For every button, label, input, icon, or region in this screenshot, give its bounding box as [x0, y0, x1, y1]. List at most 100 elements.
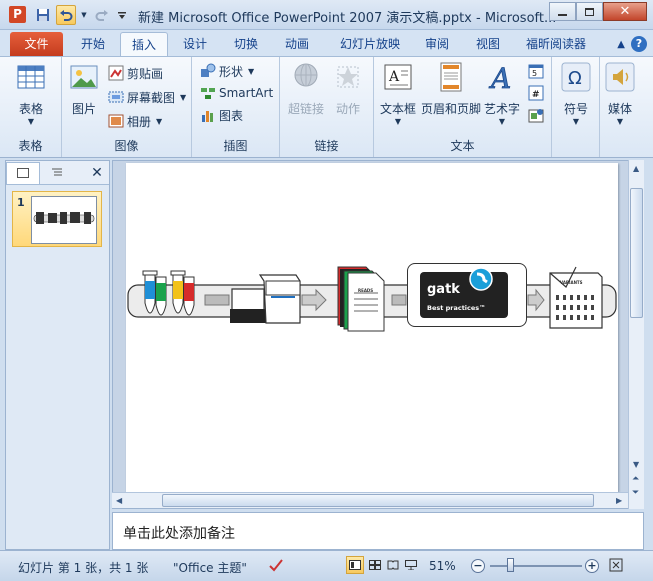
- tab-home[interactable]: 开始: [69, 32, 117, 56]
- textbox-button[interactable]: A 文本框 ▼: [378, 61, 418, 127]
- action-button[interactable]: 动作: [330, 61, 366, 117]
- globe-link-icon: [294, 63, 318, 87]
- symbol-button[interactable]: Ω 符号 ▼: [558, 61, 594, 127]
- tab-insert[interactable]: 插入: [120, 32, 168, 56]
- tab-outline[interactable]: [40, 162, 74, 184]
- reading-view-button[interactable]: [384, 556, 402, 574]
- reads-document-stack-icon: [337, 266, 385, 332]
- chevron-down-icon: ▼: [572, 117, 580, 126]
- notes-pane[interactable]: 单击此处添加备注: [112, 512, 644, 550]
- spelling-check-icon: [269, 559, 283, 572]
- previous-slide-icon[interactable]: ⏶: [632, 474, 639, 484]
- tab-design[interactable]: 设计: [171, 32, 219, 56]
- normal-view-button[interactable]: [346, 556, 364, 574]
- slide-thumbnail-1[interactable]: 1: [12, 191, 102, 247]
- restore-button[interactable]: [576, 2, 603, 21]
- customize-qat-button[interactable]: [115, 5, 129, 25]
- media-label: 媒体: [607, 102, 632, 116]
- group-text: A 文本框 ▼ 页眉和页脚 A 艺术字 ▼ 5 # 文本: [374, 57, 552, 157]
- chevron-down-icon: ▼: [81, 11, 87, 19]
- fit-to-window-button[interactable]: [607, 556, 625, 574]
- zoom-slider-knob[interactable]: [507, 558, 514, 572]
- screenshot-button[interactable]: 屏幕截图 ▼: [108, 87, 186, 107]
- header-footer-button[interactable]: 页眉和页脚: [420, 61, 482, 117]
- shapes-button[interactable]: 形状 ▼: [200, 61, 254, 81]
- slideshow-view-button[interactable]: [402, 556, 420, 574]
- redo-button[interactable]: [92, 5, 112, 25]
- date-time-icon: 5: [528, 64, 544, 79]
- tab-foxit-reader[interactable]: 福昕阅读器: [516, 32, 596, 56]
- slide-number: 1: [17, 196, 25, 209]
- zoom-level[interactable]: 51%: [429, 559, 456, 573]
- group-images: 图片 剪贴画 屏幕截图 ▼ 相册 ▼ 图像: [62, 57, 192, 157]
- wordart-button[interactable]: A 艺术字 ▼: [484, 61, 520, 127]
- tab-slideshow[interactable]: 幻灯片放映: [330, 32, 410, 56]
- chart-button[interactable]: 图表: [200, 105, 243, 125]
- chevron-down-icon: ▼: [616, 117, 624, 126]
- horizontal-scroll-thumb[interactable]: [162, 494, 594, 507]
- gatk-circle-icon: [469, 267, 493, 291]
- help-button[interactable]: ?: [631, 36, 647, 52]
- omega-icon: Ω: [561, 62, 591, 92]
- close-icon: ✕: [91, 164, 103, 181]
- collapse-ribbon-icon[interactable]: ▲: [617, 39, 625, 50]
- scroll-left-icon[interactable]: ◀: [116, 496, 122, 505]
- date-time-button[interactable]: 5: [528, 61, 544, 81]
- undo-dropdown-button[interactable]: ▼: [79, 5, 89, 25]
- close-button[interactable]: ✕: [603, 2, 647, 21]
- horizontal-scrollbar[interactable]: ◀ ▶: [112, 492, 628, 508]
- gatk-logo: gatk Best practices™: [420, 267, 508, 318]
- window-title: 新建 Microsoft Office PowerPoint 2007 演示文稿…: [138, 11, 557, 26]
- ribbon: 表格 ▼ 表格 图片 剪贴画 屏幕截图 ▼ 相册 ▼ 图像 形状 ▼ Smart…: [0, 56, 653, 158]
- chevron-down-icon: ▼: [394, 117, 402, 126]
- slide-sorter-view-button[interactable]: [366, 556, 384, 574]
- slide-canvas[interactable]: READS VARIANTS gatk Best practices™: [126, 163, 618, 492]
- tab-slides[interactable]: [6, 161, 40, 184]
- zoom-out-button[interactable]: −: [471, 559, 485, 573]
- window-controls: ✕: [549, 2, 647, 21]
- minimize-button[interactable]: [549, 2, 576, 21]
- album-label: 相册: [127, 114, 152, 129]
- powerpoint-app-icon[interactable]: P: [9, 6, 26, 23]
- group-links-label: 链接: [314, 139, 339, 153]
- vertical-scroll-thumb[interactable]: [630, 188, 643, 318]
- next-slide-icon[interactable]: ⏷: [632, 488, 639, 498]
- scroll-right-icon[interactable]: ▶: [616, 496, 622, 505]
- tab-file[interactable]: 文件: [10, 32, 63, 56]
- tab-animations[interactable]: 动画: [273, 32, 321, 56]
- hyperlink-button[interactable]: 超链接: [284, 61, 328, 117]
- undo-icon: [60, 10, 73, 21]
- picture-label: 图片: [71, 102, 96, 116]
- scroll-down-icon[interactable]: ▼: [633, 460, 639, 469]
- wordart-icon: A: [488, 62, 512, 96]
- zoom-slider[interactable]: [490, 565, 582, 567]
- album-button[interactable]: 相册 ▼: [108, 111, 162, 131]
- smartart-button[interactable]: SmartArt: [200, 83, 273, 103]
- variants-document-icon: [549, 266, 603, 329]
- clipart-label: 剪贴画: [127, 66, 164, 81]
- action-label: 动作: [335, 102, 360, 116]
- save-button[interactable]: [33, 5, 53, 25]
- scroll-up-icon[interactable]: ▲: [633, 164, 639, 173]
- zoom-in-button[interactable]: +: [585, 559, 599, 573]
- media-button[interactable]: 媒体 ▼: [602, 61, 638, 127]
- tab-view[interactable]: 视图: [464, 32, 512, 56]
- slide-count-status: 幻灯片 第 1 张，共 1 张: [18, 561, 149, 575]
- slide-number-button[interactable]: #: [528, 83, 544, 103]
- spelling-check-button[interactable]: [267, 556, 285, 574]
- tab-review[interactable]: 审阅: [413, 32, 461, 56]
- clipart-button[interactable]: 剪贴画: [108, 63, 163, 83]
- undo-button[interactable]: [56, 5, 76, 25]
- chevron-down-icon: ▼: [248, 66, 255, 76]
- svg-text:A: A: [488, 62, 511, 93]
- close-pane-button[interactable]: ✕: [85, 165, 109, 181]
- help-icon: ?: [635, 37, 643, 50]
- object-button[interactable]: [528, 105, 544, 125]
- tab-transitions[interactable]: 切换: [222, 32, 270, 56]
- chevron-down-icon: ▼: [498, 117, 506, 126]
- slide-editor: READS VARIANTS gatk Best practices™: [112, 160, 644, 509]
- table-button[interactable]: 表格 ▼: [13, 61, 49, 127]
- picture-button[interactable]: 图片: [66, 61, 102, 117]
- vertical-scrollbar[interactable]: ▲ ▼ ⏶ ⏷: [628, 160, 644, 509]
- theme-status[interactable]: "Office 主题": [173, 559, 247, 576]
